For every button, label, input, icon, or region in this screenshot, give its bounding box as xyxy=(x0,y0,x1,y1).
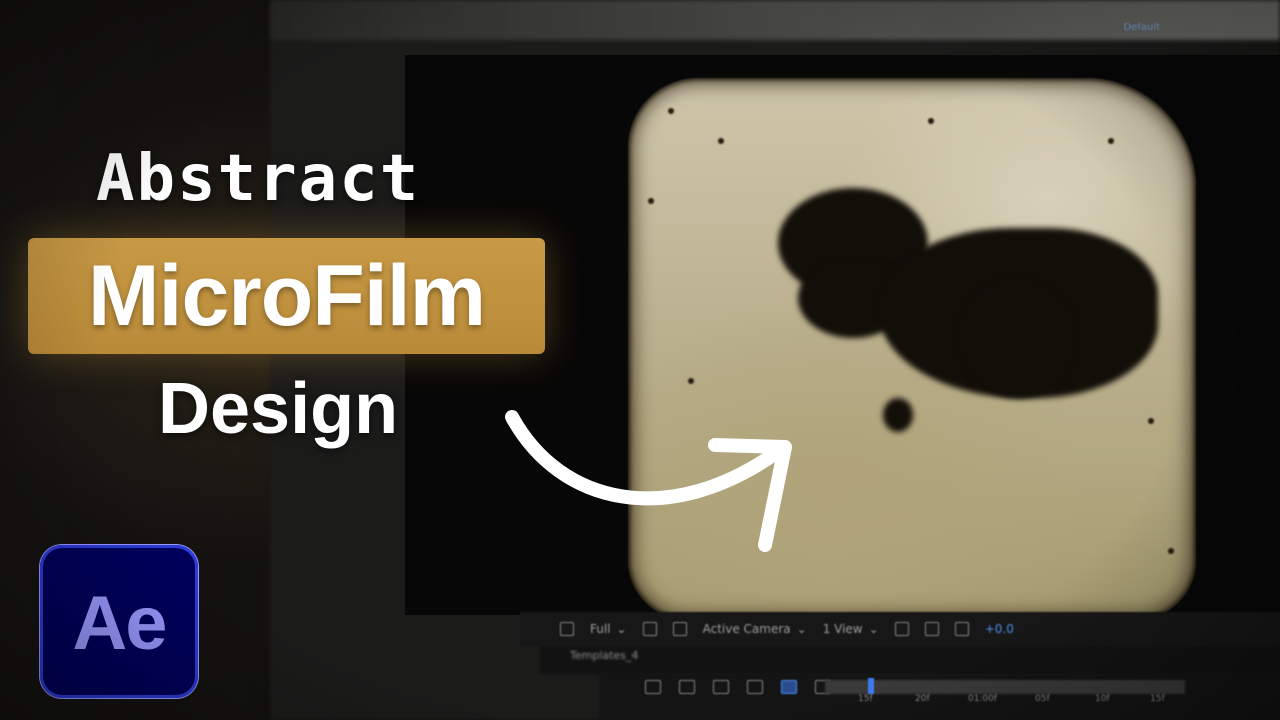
playhead[interactable] xyxy=(868,678,874,694)
title-line-microfilm: MicroFilm xyxy=(87,247,486,344)
workspace-label[interactable]: Default xyxy=(1123,22,1160,33)
snapshot-icon[interactable] xyxy=(642,622,657,636)
ruler-label: 05f xyxy=(1035,694,1050,704)
ruler-label: 10f xyxy=(1095,694,1110,704)
flowchart-icon[interactable] xyxy=(954,622,969,636)
curved-arrow-icon xyxy=(505,410,792,552)
layout-icon[interactable] xyxy=(894,622,909,636)
render-icon[interactable] xyxy=(924,622,939,636)
ruler-label: 20f xyxy=(915,694,930,704)
ruler-label: 01:00f xyxy=(968,694,998,704)
timeline-tools xyxy=(645,680,831,694)
exposure-value[interactable]: +0.0 xyxy=(985,622,1014,636)
ruler-label: 15f xyxy=(858,694,873,704)
title-line-abstract: Abstract xyxy=(96,142,421,216)
viewer-toolbar: Full ⌄ Active Camera ⌄ 1 View ⌄ +0.0 xyxy=(520,612,1280,646)
shy-layers-icon[interactable] xyxy=(645,680,661,694)
frame-blending-icon[interactable] xyxy=(679,680,695,694)
composition-tab-label[interactable]: Templates_4 xyxy=(570,649,638,662)
ruler-label: 15f xyxy=(1150,694,1165,704)
motion-blur-icon[interactable] xyxy=(713,680,729,694)
composition-tab[interactable]: Templates_4 xyxy=(540,646,1280,674)
time-ruler[interactable] xyxy=(825,680,1185,694)
camera-select[interactable]: Active Camera ⌄ xyxy=(703,622,807,636)
after-effects-logo-text: Ae xyxy=(72,581,167,666)
transparency-grid-icon[interactable] xyxy=(672,622,687,636)
draft-3d-icon[interactable] xyxy=(747,680,763,694)
after-effects-logo: Ae xyxy=(40,545,198,698)
title-line-design: Design xyxy=(158,369,399,449)
views-select[interactable]: 1 View ⌄ xyxy=(823,622,879,636)
graph-editor-icon[interactable] xyxy=(781,680,797,694)
resolution-select[interactable]: Full ⌄ xyxy=(590,622,627,636)
color-channel-icon[interactable] xyxy=(560,622,574,636)
app-top-bar xyxy=(270,0,1280,40)
